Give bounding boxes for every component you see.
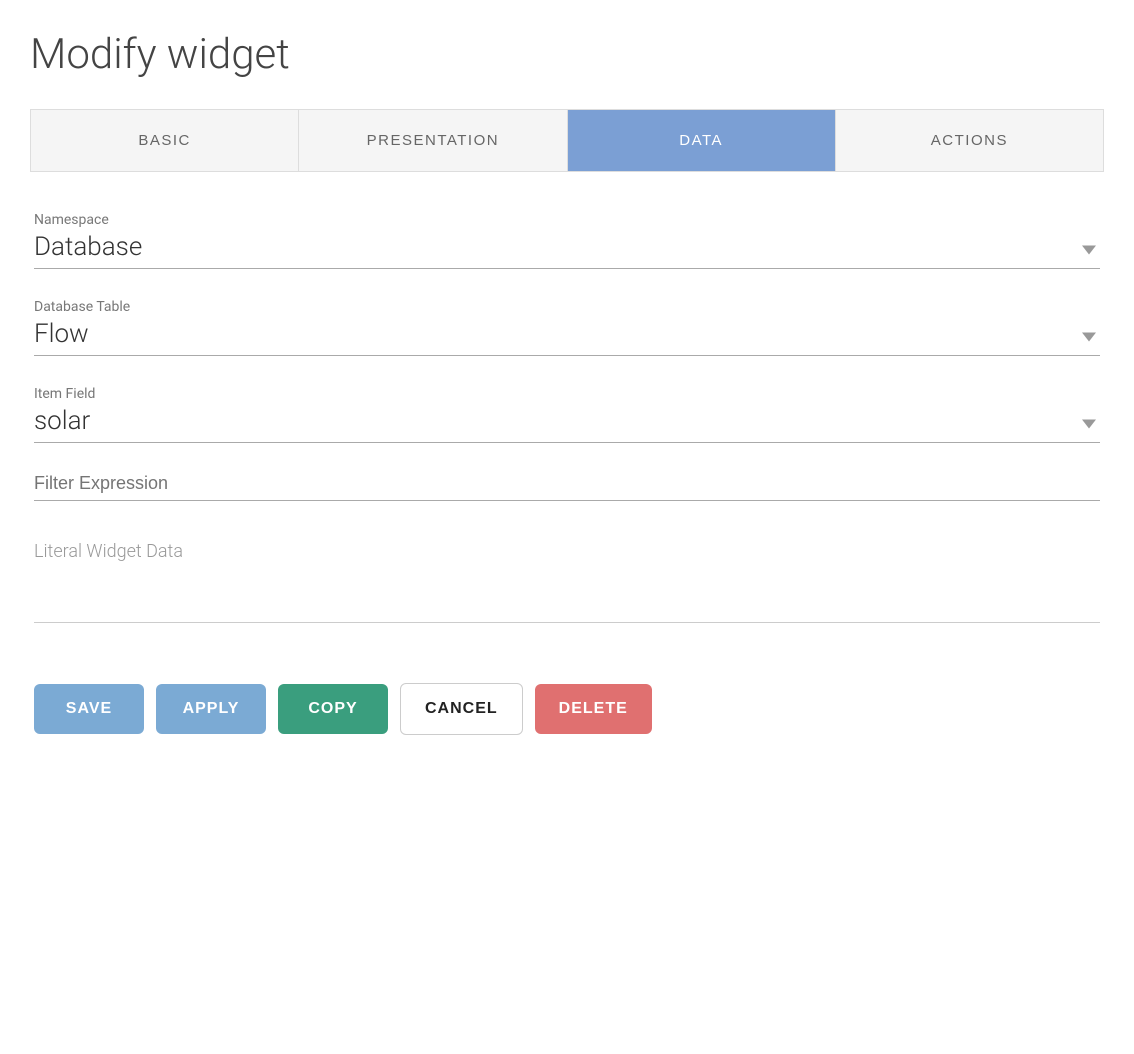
tab-data[interactable]: DATA xyxy=(568,110,836,171)
namespace-chevron-down-icon[interactable] xyxy=(1082,246,1096,255)
cancel-button[interactable]: CANCEL xyxy=(400,683,523,735)
item-field-field-group: Item Field solar xyxy=(34,386,1100,443)
form-section: Namespace Database Database Table Flow I… xyxy=(30,212,1104,735)
tab-bar: BASIC PRESENTATION DATA ACTIONS xyxy=(30,109,1104,172)
page-title: Modify widget xyxy=(30,30,1104,79)
database-table-chevron-down-icon[interactable] xyxy=(1082,333,1096,342)
item-field-label: Item Field xyxy=(34,386,1100,402)
item-field-select[interactable]: solar xyxy=(34,406,1100,443)
save-button[interactable]: SAVE xyxy=(34,684,144,734)
delete-button[interactable]: DELETE xyxy=(535,684,652,734)
tab-presentation[interactable]: PRESENTATION xyxy=(299,110,567,171)
database-table-value: Flow xyxy=(34,319,119,349)
tab-basic[interactable]: BASIC xyxy=(31,110,299,171)
namespace-value: Database xyxy=(34,232,172,262)
item-field-chevron-down-icon[interactable] xyxy=(1082,420,1096,429)
copy-button[interactable]: COPY xyxy=(278,684,388,734)
tab-actions[interactable]: ACTIONS xyxy=(836,110,1103,171)
namespace-field-group: Namespace Database xyxy=(34,212,1100,269)
filter-expression-input[interactable] xyxy=(34,473,1100,501)
namespace-select[interactable]: Database xyxy=(34,232,1100,269)
apply-button[interactable]: APPLY xyxy=(156,684,266,734)
literal-widget-data-underline xyxy=(34,622,1100,623)
namespace-label: Namespace xyxy=(34,212,1100,228)
item-field-value: solar xyxy=(34,406,120,436)
database-table-field-group: Database Table Flow xyxy=(34,299,1100,356)
filter-expression-group xyxy=(34,473,1100,501)
database-table-label: Database Table xyxy=(34,299,1100,315)
literal-widget-data-label: Literal Widget Data xyxy=(34,541,1100,562)
button-row: SAVE APPLY COPY CANCEL DELETE xyxy=(34,673,1100,735)
database-table-select[interactable]: Flow xyxy=(34,319,1100,356)
literal-widget-data-group: Literal Widget Data xyxy=(34,541,1100,623)
